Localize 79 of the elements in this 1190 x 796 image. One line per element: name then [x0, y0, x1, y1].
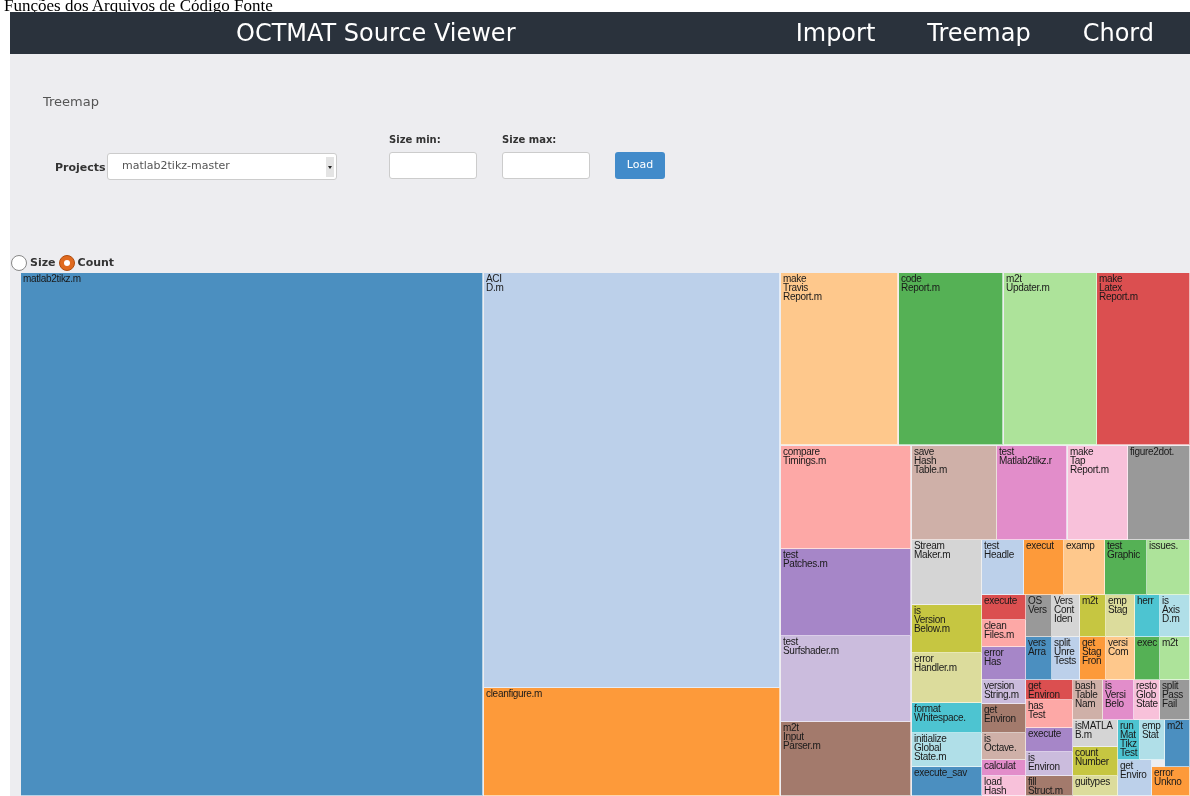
- load-button[interactable]: Load: [615, 152, 665, 179]
- treemap-cell[interactable]: get Stag Fron: [1080, 637, 1106, 680]
- treemap-cell[interactable]: save Hash Table.m: [912, 446, 997, 540]
- treemap-cell[interactable]: versi Com: [1106, 637, 1135, 680]
- treemap-cell[interactable]: is Environ: [1026, 752, 1073, 776]
- project-select[interactable]: matlab2tikz-master: [107, 153, 337, 180]
- treemap-cell[interactable]: m2t: [1160, 637, 1190, 680]
- caret-icon: [326, 157, 334, 177]
- treemap-cell[interactable]: code Report.m: [899, 273, 1003, 445]
- treemap-cell[interactable]: guitypes: [1073, 776, 1118, 796]
- app-title: OCTMAT Source Viewer: [236, 18, 516, 49]
- treemap-cell[interactable]: get Environ: [982, 704, 1026, 733]
- treemap-cell[interactable]: m2t Input Parser.m: [781, 722, 911, 796]
- radio-label: Count: [77, 254, 115, 271]
- radio-button[interactable]: [11, 254, 27, 271]
- treemap-cell[interactable]: test Surfshader.m: [781, 636, 911, 722]
- treemap-cell[interactable]: clean Files.m: [982, 620, 1026, 647]
- treemap-cell[interactable]: emp Stat: [1140, 720, 1165, 760]
- treemap-cell[interactable]: is Octave.: [982, 733, 1026, 760]
- nav-link[interactable]: Import: [795, 15, 876, 51]
- size-label: Size max:: [502, 133, 558, 147]
- treemap-cell[interactable]: m2t Updater.m: [1004, 273, 1097, 445]
- treemap-cell[interactable]: initialize Global State.m: [912, 733, 982, 767]
- nav-link[interactable]: Chord: [1082, 15, 1154, 51]
- size-input[interactable]: [389, 152, 477, 179]
- size-input[interactable]: [502, 152, 590, 179]
- treemap-cell[interactable]: m2t: [1080, 595, 1106, 637]
- treemap-cell[interactable]: test Matlab2tikz.r: [997, 446, 1067, 540]
- section-title: Treemap: [43, 93, 99, 111]
- treemap-cell[interactable]: is Version Below.m: [912, 605, 982, 653]
- treemap-cell[interactable]: herr: [1135, 595, 1160, 637]
- treemap-cell[interactable]: format Whitespace.: [912, 703, 982, 733]
- treemap-cell[interactable]: cleanfigure.m: [484, 688, 780, 796]
- treemap-cell[interactable]: test Graphic: [1105, 540, 1147, 595]
- projects-label: Projects: [55, 160, 106, 176]
- treemap-cell[interactable]: run Mat Tikz Test: [1118, 720, 1140, 760]
- treemap-cell[interactable]: is Axis D.m: [1160, 595, 1190, 637]
- treemap-cell[interactable]: examp: [1064, 540, 1105, 595]
- treemap-cell[interactable]: issues.: [1147, 540, 1190, 595]
- size-label: Size min:: [389, 133, 442, 147]
- treemap-cell[interactable]: OS Vers: [1026, 595, 1052, 637]
- treemap-cell[interactable]: execute: [982, 595, 1026, 620]
- treemap-cell[interactable]: execute_sav: [912, 767, 982, 796]
- treemap-cell[interactable]: fill Struct.m: [1026, 776, 1073, 796]
- treemap-cell[interactable]: make Travis Report.m: [781, 273, 898, 445]
- treemap-cell[interactable]: resto Glob State: [1134, 680, 1160, 720]
- treemap-cell[interactable]: execut: [1024, 540, 1064, 595]
- treemap-cell[interactable]: load Hash: [982, 776, 1026, 796]
- treemap-cell[interactable]: calculat: [982, 760, 1026, 776]
- treemap-cell[interactable]: error Handler.m: [912, 653, 982, 703]
- treemap-cell[interactable]: split Unre Tests: [1052, 637, 1080, 680]
- treemap-cell[interactable]: test Patches.m: [781, 549, 911, 636]
- treemap-cell[interactable]: make Latex Report.m: [1097, 273, 1190, 445]
- radio-label: Size: [30, 254, 56, 271]
- treemap-cell[interactable]: matlab2tikz.m: [21, 273, 483, 796]
- treemap-cell[interactable]: split Pass Fail: [1160, 680, 1190, 720]
- treemap-cell[interactable]: make Tap Report.m: [1068, 446, 1128, 540]
- treemap-cell[interactable]: vers Arra: [1026, 637, 1052, 680]
- treemap-cell[interactable]: bash Table Nam: [1073, 680, 1103, 720]
- treemap-cell[interactable]: figure2dot.: [1128, 446, 1190, 540]
- treemap-cell[interactable]: error Unkno: [1152, 767, 1190, 796]
- treemap-cell[interactable]: version String.m: [982, 680, 1026, 704]
- treemap-cell[interactable]: exec: [1135, 637, 1160, 680]
- treemap-cell[interactable]: count Number: [1073, 747, 1118, 776]
- treemap-cell[interactable]: execute: [1026, 728, 1073, 752]
- treemap-cell[interactable]: error Has: [982, 647, 1026, 680]
- treemap-cell[interactable]: Vers Cont Iden: [1052, 595, 1080, 637]
- treemap-cell[interactable]: get Enviro: [1118, 760, 1152, 796]
- treemap-cell[interactable]: Stream Maker.m: [912, 540, 982, 605]
- radio-button[interactable]: [58, 254, 75, 271]
- treemap-cell[interactable]: compare Timings.m: [781, 446, 911, 549]
- treemap-cell[interactable]: has Test: [1026, 700, 1073, 728]
- treemap-cell[interactable]: ACI D.m: [484, 273, 780, 688]
- treemap-cell[interactable]: isMATLA B.m: [1073, 720, 1118, 747]
- treemap-cell[interactable]: test Headle: [982, 540, 1024, 595]
- treemap-cell[interactable]: emp Stag: [1106, 595, 1135, 637]
- treemap-cell[interactable]: is Versi Belo: [1103, 680, 1134, 720]
- treemap-cell[interactable]: m2t: [1165, 720, 1190, 767]
- nav-link[interactable]: Treemap: [927, 15, 1031, 51]
